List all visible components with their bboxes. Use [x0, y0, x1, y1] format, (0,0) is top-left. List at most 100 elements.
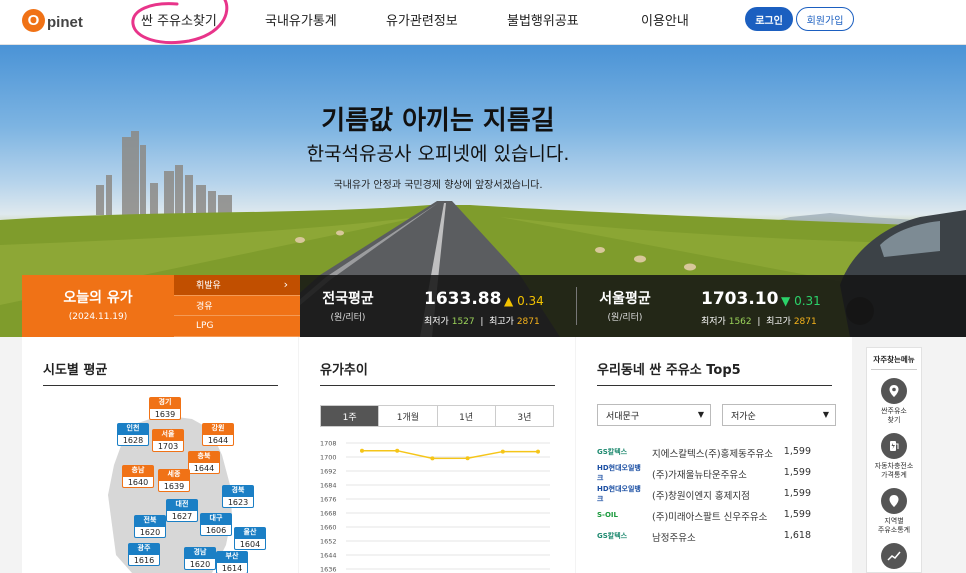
- login-button[interactable]: 로그인: [745, 7, 793, 31]
- data-point[interactable]: [430, 456, 435, 461]
- station-name: (주)미래아스팔트 신우주유소: [652, 512, 768, 523]
- sort-select-value: 저가순: [731, 411, 756, 422]
- quick-label: 지역별 주유소통계: [877, 517, 911, 534]
- region-price: 1616: [128, 554, 160, 566]
- region-badge[interactable]: 경기 1639: [149, 397, 181, 420]
- change-value: 0.31: [794, 294, 821, 308]
- logo-circle: O: [22, 8, 45, 32]
- national-average-value: 1633.88: [424, 289, 502, 309]
- region-badge[interactable]: 경북 1623: [222, 485, 254, 508]
- region-pin-icon: [881, 488, 907, 514]
- station-row[interactable]: HD현대오일뱅크 (주)창원이엔지 홍제지점 1,599: [597, 485, 833, 506]
- region-badge[interactable]: 경남 1620: [184, 547, 216, 570]
- korea-map[interactable]: 경기 1639 인천 1628 서울 1703 강원 1644 충북 1644 충남 1640 세종 16…: [92, 395, 272, 573]
- seoul-range: 최저가 1562 | 최고가 2871: [701, 317, 817, 327]
- header: O pinet 싼 주유소찾기 국내유가통계 유가관련정보 불법행위공표 이용안…: [0, 0, 966, 45]
- fuel-tab-label: 휘발유: [196, 281, 221, 292]
- region-badge[interactable]: 대전 1627: [166, 499, 198, 522]
- data-point[interactable]: [395, 448, 400, 453]
- region-name: 대전: [166, 499, 198, 510]
- region-price: 1623: [222, 496, 254, 508]
- station-brand-logo: HD현대오일뱅크: [597, 464, 641, 482]
- quick-menu-title: 자주찾는메뉴: [871, 354, 917, 370]
- quick-find-cheap-station[interactable]: 싼주유소 찾기: [867, 378, 921, 425]
- low-value: 1527: [451, 317, 475, 327]
- district-select[interactable]: 서대문구 ▼: [597, 404, 711, 426]
- region-price: 1604: [234, 538, 266, 550]
- region-badge[interactable]: 강원 1644: [202, 423, 234, 446]
- change-value: 0.34: [517, 294, 544, 308]
- data-point[interactable]: [536, 449, 540, 454]
- fuel-tab-label: LPG: [196, 320, 214, 331]
- national-range: 최저가 1527 | 최고가 2871: [424, 317, 540, 327]
- region-badge[interactable]: 부산 1614: [216, 551, 248, 573]
- logo-text: pinet: [47, 14, 83, 31]
- station-row[interactable]: S-OIL (주)미래아스팔트 신우주유소 1,599: [597, 506, 833, 527]
- region-badge[interactable]: 충남 1640: [122, 465, 154, 488]
- top5-stations-panel: 우리동네 싼 주유소 Top5 서대문구 ▼ 저가순 ▼ GS칼텍스 지에스칼텍스…: [576, 337, 852, 573]
- region-price: 1627: [166, 510, 198, 522]
- fuel-tab-diesel[interactable]: 경유: [174, 295, 300, 317]
- national-average-label: 전국평균: [322, 291, 374, 307]
- y-tick-label: 1676: [320, 496, 337, 504]
- fuel-tab-gasoline[interactable]: 휘발유 ›: [174, 275, 300, 296]
- top5-title: 우리동네 싼 주유소 Top5: [597, 363, 741, 378]
- chevron-down-icon: ▼: [822, 410, 829, 419]
- today-price-title: 오늘의 유가: [63, 290, 133, 306]
- y-tick-label: 1652: [320, 538, 337, 546]
- station-price: 1,599: [783, 509, 811, 520]
- station-price: 1,599: [783, 467, 811, 478]
- trend-icon: [881, 543, 907, 569]
- chevron-right-icon: ›: [283, 278, 288, 292]
- fuel-tab-lpg[interactable]: LPG: [174, 316, 300, 337]
- nav-find-cheap-station[interactable]: 싼 주유소찾기: [141, 10, 217, 29]
- station-row[interactable]: HD현대오일뱅크 (주)가재울뉴타운주유소 1,599: [597, 464, 833, 485]
- station-price: 1,599: [783, 488, 811, 499]
- region-badge[interactable]: 서울 1703: [152, 429, 184, 452]
- data-point[interactable]: [500, 449, 505, 454]
- divider: [597, 385, 832, 386]
- data-point[interactable]: [360, 448, 364, 453]
- seoul-average-unit: (원/리터): [607, 313, 643, 323]
- region-badge[interactable]: 인천 1628: [117, 423, 149, 446]
- opinet-logo[interactable]: O pinet: [22, 5, 83, 35]
- region-badge[interactable]: 광주 1616: [128, 543, 160, 566]
- region-price: 1640: [122, 476, 154, 488]
- region-badge[interactable]: 전북 1620: [134, 515, 166, 538]
- station-row[interactable]: GS칼텍스 남정주유소 1,618: [597, 527, 833, 548]
- quick-trend[interactable]: [867, 543, 921, 569]
- nav-domestic-price-stats[interactable]: 국내유가통계: [265, 10, 337, 29]
- tab-3-years[interactable]: 3년: [495, 406, 553, 426]
- region-badge[interactable]: 대구 1606: [200, 513, 232, 536]
- region-badge[interactable]: 세종 1639: [158, 469, 190, 492]
- fuel-type-tabs: 휘발유 › 경유 LPG: [174, 275, 300, 337]
- tab-1-year[interactable]: 1년: [437, 406, 496, 426]
- nav-guide[interactable]: 이용안내: [641, 10, 689, 29]
- quick-regional-stats[interactable]: 지역별 주유소통계: [867, 488, 921, 535]
- region-badge[interactable]: 울산 1604: [234, 527, 266, 550]
- divider: [43, 385, 278, 386]
- top5-station-list: GS칼텍스 지에스칼텍스(주)홍제동주유소 1,599 HD현대오일뱅크 (주)가재울뉴…: [597, 443, 833, 548]
- region-price: 1639: [158, 480, 190, 492]
- national-average-change: ▲ 0.34: [504, 294, 544, 308]
- data-point[interactable]: [465, 456, 470, 461]
- sort-select[interactable]: 저가순 ▼: [722, 404, 836, 426]
- high-value: 2871: [516, 317, 540, 327]
- tab-1-month[interactable]: 1개월: [379, 406, 438, 426]
- join-button[interactable]: 회원가입: [796, 7, 854, 31]
- region-badge[interactable]: 충북 1644: [188, 451, 220, 474]
- price-trend-title: 유가추이: [320, 363, 368, 378]
- quick-charger-stats[interactable]: 자동차충전소 가격통계: [867, 433, 921, 480]
- fuel-tab-label: 경유: [196, 301, 213, 312]
- price-bar: 오늘의 유가 (2024.11.19) 휘발유 › 경유 LPG 전국평균 (원…: [22, 275, 966, 337]
- high-label: 최고가: [489, 317, 514, 327]
- national-average: 전국평균 (원/리터) 1633.88 ▲ 0.34 최저가 1527 | 최고…: [308, 275, 568, 337]
- region-name: 서울: [152, 429, 184, 440]
- low-value: 1562: [728, 317, 752, 327]
- tab-1-week[interactable]: 1주: [321, 406, 380, 426]
- region-name: 광주: [128, 543, 160, 554]
- quick-menu: 자주찾는메뉴 싼주유소 찾기 자동차충전소 가격통계 지역별 주유소통계: [866, 347, 922, 573]
- nav-illegal-disclosure[interactable]: 불법행위공표: [507, 10, 579, 29]
- station-row[interactable]: GS칼텍스 지에스칼텍스(주)홍제동주유소 1,599: [597, 443, 833, 464]
- nav-price-info[interactable]: 유가관련정보: [386, 10, 458, 29]
